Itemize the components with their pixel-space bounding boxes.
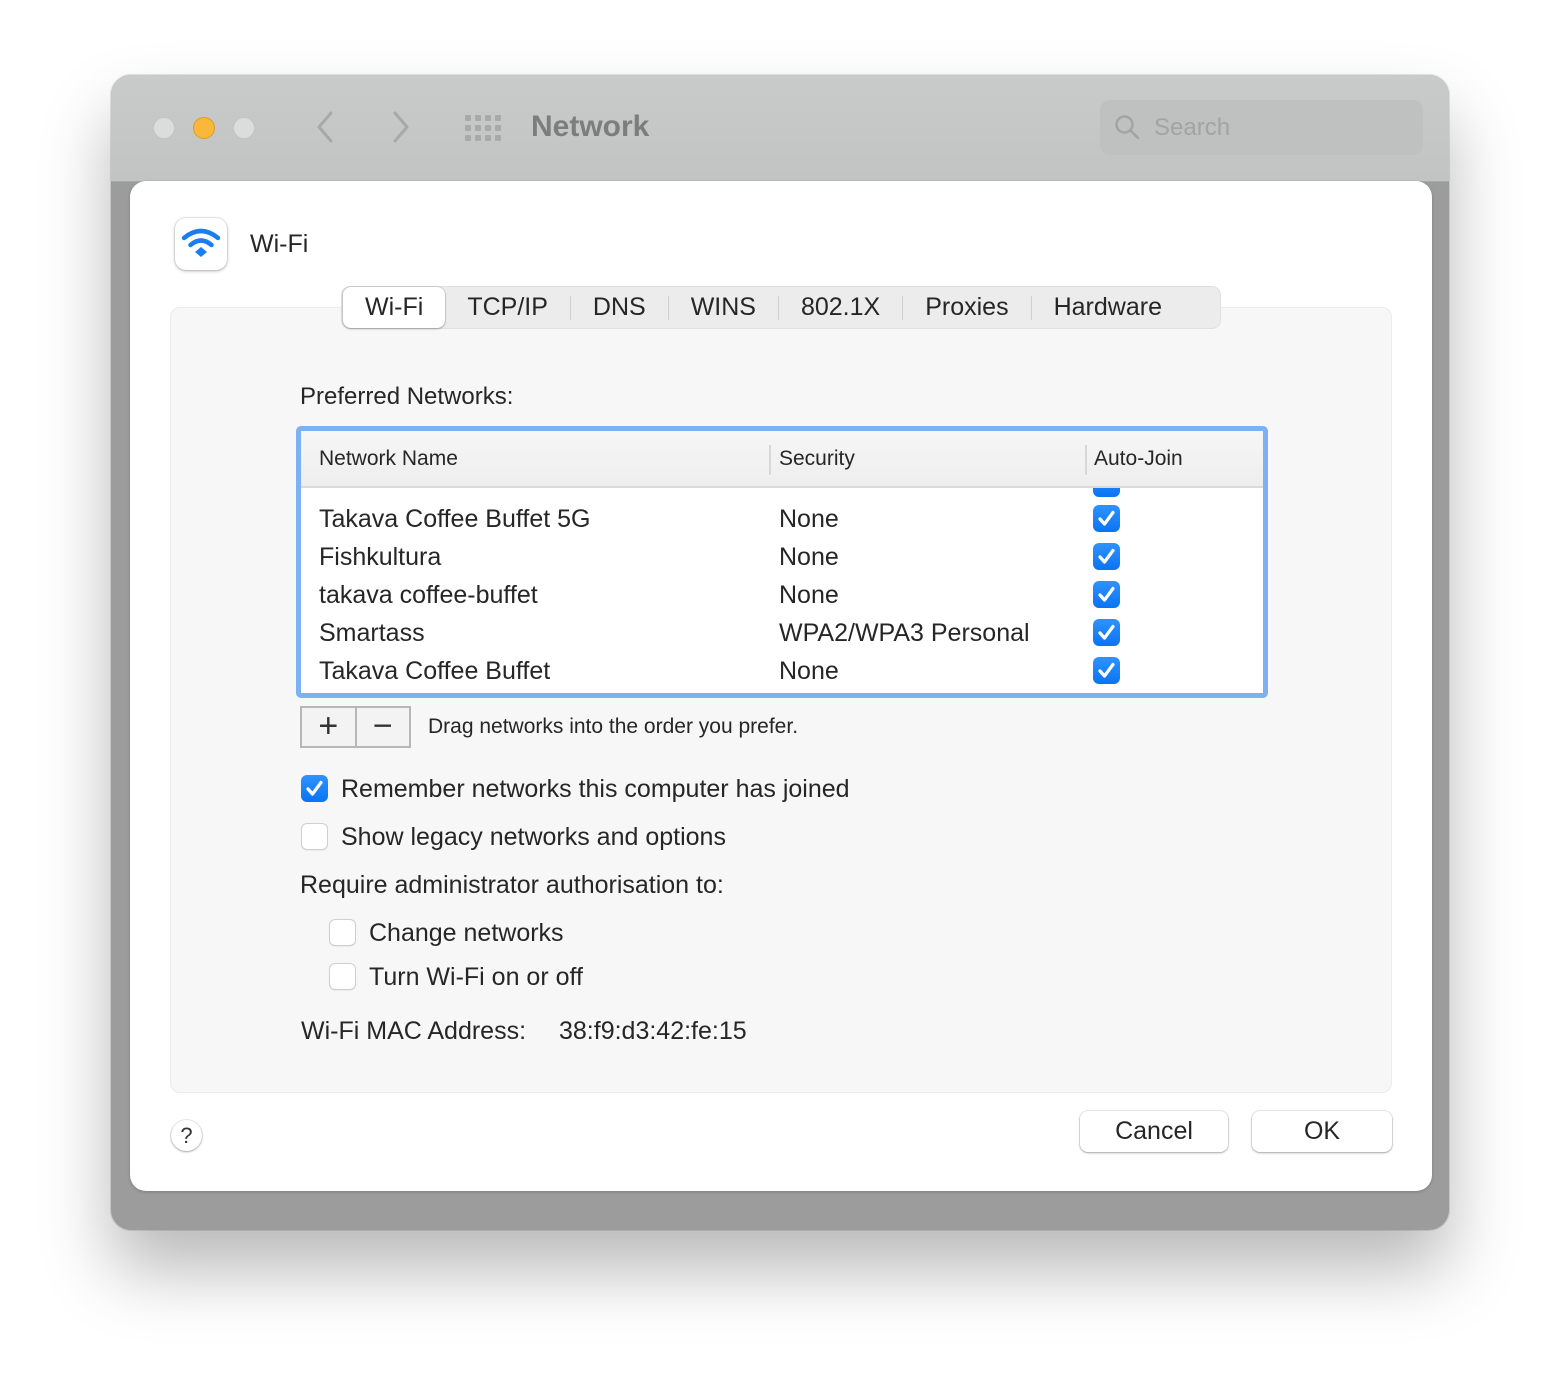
auto-join-checkbox[interactable]	[1093, 543, 1120, 570]
tab-tcpip[interactable]: TCP/IP	[445, 287, 570, 328]
column-divider[interactable]	[769, 445, 771, 475]
auto-join-checkbox[interactable]	[1093, 505, 1120, 532]
search-placeholder: Search	[1154, 114, 1231, 141]
add-remove-control: + −	[300, 706, 411, 748]
mac-address-value: 38:f9:d3:42:fe:15	[559, 1017, 747, 1045]
column-header-auto-join[interactable]: Auto-Join	[1094, 444, 1183, 474]
column-header-security[interactable]: Security	[779, 444, 855, 474]
network-name: takava coffee-buffet	[319, 581, 538, 609]
toggle-wifi-label[interactable]: Turn Wi-Fi on or off	[369, 961, 583, 993]
require-admin-label: Require administrator authorisation to:	[300, 871, 724, 899]
checkmark-icon	[1098, 586, 1115, 602]
checkmark-icon	[1098, 662, 1115, 678]
change-networks-label[interactable]: Change networks	[369, 917, 564, 949]
toggle-wifi-checkbox[interactable]	[329, 963, 356, 990]
network-security: None	[779, 657, 839, 685]
tab-wins[interactable]: WINS	[669, 287, 778, 328]
network-security: None	[779, 581, 839, 609]
minimize-button[interactable]	[193, 117, 215, 139]
zoom-button[interactable]	[233, 117, 255, 139]
service-name: Wi-Fi	[250, 230, 309, 258]
remember-networks-checkbox[interactable]	[301, 775, 328, 802]
mac-address-label: Wi-Fi MAC Address:	[301, 1017, 527, 1045]
column-divider[interactable]	[1085, 445, 1087, 475]
back-button[interactable]	[311, 109, 341, 145]
checkmark-icon	[306, 780, 323, 796]
add-network-button[interactable]: +	[302, 708, 357, 746]
preferred-networks-table[interactable]: Network Name Security Auto-Join Takava C…	[296, 426, 1268, 698]
drag-hint: Drag networks into the order you prefer.	[428, 715, 799, 738]
auto-join-checkbox[interactable]	[1093, 657, 1120, 684]
close-button[interactable]	[153, 117, 175, 139]
title-bar: Network Search	[111, 75, 1449, 182]
network-name: Fishkultura	[319, 543, 442, 571]
network-security: None	[779, 505, 839, 533]
table-row[interactable]: Smartass WPA2/WPA3 Personal	[301, 614, 1263, 652]
chevron-right-icon	[393, 111, 409, 143]
show-all-grid-icon[interactable]	[465, 115, 501, 141]
wifi-advanced-sheet: Wi-Fi Wi-Fi TCP/IP DNS WINS 802.1X Proxi…	[130, 181, 1432, 1191]
help-button[interactable]: ?	[171, 1120, 202, 1151]
search-field[interactable]: Search	[1100, 100, 1423, 155]
chevron-left-icon	[317, 111, 333, 143]
table-row[interactable]: Takava Coffee Buffet 5G None	[301, 500, 1263, 538]
search-icon	[1115, 115, 1140, 140]
table-row[interactable]: takava coffee-buffet None	[301, 576, 1263, 614]
tab-bar: Wi-Fi TCP/IP DNS WINS 802.1X Proxies Har…	[341, 286, 1221, 329]
remove-network-button[interactable]: −	[357, 708, 410, 746]
cancel-button[interactable]: Cancel	[1080, 1111, 1228, 1152]
preferred-networks-label: Preferred Networks:	[300, 383, 514, 410]
table-row[interactable]: Takava Coffee Buffet None	[301, 652, 1263, 690]
checkmark-icon	[1098, 510, 1115, 526]
tab-wifi[interactable]: Wi-Fi	[343, 287, 446, 328]
network-name: Takava Coffee Buffet	[319, 657, 551, 685]
tab-proxies[interactable]: Proxies	[903, 287, 1030, 328]
show-legacy-label[interactable]: Show legacy networks and options	[341, 821, 726, 853]
checkmark-icon	[1098, 548, 1115, 564]
column-header-network-name[interactable]: Network Name	[319, 444, 458, 474]
tab-hardware[interactable]: Hardware	[1032, 287, 1184, 328]
network-name: Smartass	[319, 619, 425, 647]
wifi-service-icon	[175, 218, 227, 270]
auto-join-checkbox[interactable]	[1093, 488, 1120, 497]
auto-join-checkbox[interactable]	[1093, 581, 1120, 608]
table-body: Takava Coffee Buffet 5G None Fishkultura…	[301, 488, 1263, 693]
wifi-icon	[181, 228, 221, 257]
ok-button[interactable]: OK	[1252, 1111, 1392, 1152]
auto-join-checkbox[interactable]	[1093, 619, 1120, 646]
window-title: Network	[531, 110, 650, 143]
forward-button[interactable]	[385, 109, 415, 145]
table-header: Network Name Security Auto-Join	[301, 431, 1263, 488]
tab-8021x[interactable]: 802.1X	[779, 287, 902, 328]
network-security: WPA2/WPA3 Personal	[779, 619, 1030, 647]
change-networks-checkbox[interactable]	[329, 919, 356, 946]
network-name: Takava Coffee Buffet 5G	[319, 505, 591, 533]
show-legacy-checkbox[interactable]	[301, 823, 328, 850]
remember-networks-label[interactable]: Remember networks this computer has join…	[341, 773, 850, 805]
checkmark-icon	[1098, 624, 1115, 640]
table-row[interactable]: Fishkultura None	[301, 538, 1263, 576]
tab-dns[interactable]: DNS	[571, 287, 668, 328]
network-security: None	[779, 543, 839, 571]
